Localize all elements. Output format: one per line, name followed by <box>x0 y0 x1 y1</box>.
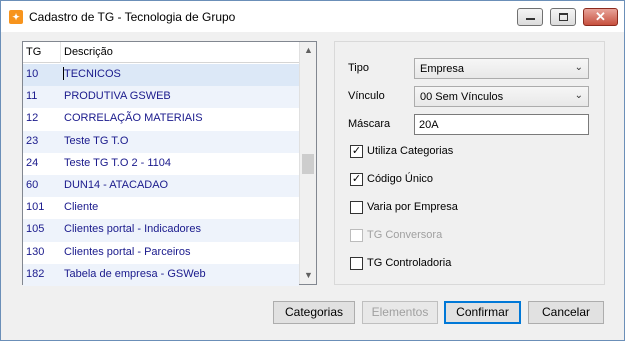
cell-tg: 23 <box>26 134 39 147</box>
vinculo-label: Vínculo <box>348 90 385 102</box>
tg-conversora-label: TG Conversora <box>367 229 443 241</box>
close-button[interactable]: ✕ <box>583 8 618 26</box>
cell-tg: 182 <box>26 267 45 280</box>
tg-conversora-checkbox: TG Conversora <box>350 228 490 244</box>
table-row[interactable]: 23 Teste TG T.O <box>23 130 299 153</box>
cell-descricao: Clientes portal - Parceiros <box>64 245 191 258</box>
tg-grid[interactable]: TG Descrição 10 TECNICOS 11 PRODUTIVA GSWEB… <box>22 41 317 286</box>
codigo-unico-label: Código Único <box>367 173 434 185</box>
cell-descricao: Clientes portal - Indicadores <box>64 223 201 236</box>
table-row[interactable]: 10 TECNICOS <box>23 64 299 87</box>
table-row[interactable]: 130 Clientes portal - Parceiros <box>23 242 299 264</box>
tipo-select[interactable]: Empresa ⌄ <box>414 58 589 79</box>
cell-descricao: Teste TG T.O 2 - 1104 <box>64 156 171 169</box>
column-header-tg[interactable]: TG <box>26 46 41 58</box>
checkbox-box <box>350 257 363 270</box>
categorias-button[interactable]: Categorias <box>273 301 355 324</box>
checkbox-box <box>350 201 363 214</box>
minimize-button[interactable] <box>517 8 543 26</box>
scroll-up-icon[interactable]: ▲ <box>300 42 317 59</box>
scroll-down-icon[interactable]: ▼ <box>300 267 317 284</box>
confirmar-button[interactable]: Confirmar <box>444 301 521 324</box>
close-icon: ✕ <box>595 9 606 24</box>
table-row[interactable]: 182 Tabela de empresa - GSWeb <box>23 263 299 286</box>
text-cursor <box>63 67 64 80</box>
utiliza-categorias-checkbox[interactable]: ✓ Utiliza Categorias <box>350 144 490 160</box>
cell-tg: 24 <box>26 156 39 169</box>
cell-tg: 130 <box>26 245 45 258</box>
codigo-unico-checkbox[interactable]: ✓ Código Único <box>350 172 490 188</box>
table-row[interactable]: 12 CORRELAÇÃO MATERIAIS <box>23 108 299 130</box>
cancelar-button[interactable]: Cancelar <box>528 301 604 324</box>
tipo-value: Empresa <box>420 63 465 75</box>
table-row[interactable]: 24 Teste TG T.O 2 - 1104 <box>23 153 299 175</box>
maximize-button[interactable] <box>550 8 576 26</box>
app-logo-icon: ✦ <box>9 10 23 24</box>
chevron-down-icon: ⌄ <box>574 62 583 73</box>
vinculo-value: 00 Sem Vínculos <box>420 91 504 103</box>
cell-tg: 11 <box>26 90 38 103</box>
table-row[interactable]: 60 DUN14 - ATACADAO <box>23 174 299 198</box>
cell-descricao: TECNICOS <box>64 68 121 80</box>
window-title: Cadastro de TG - Tecnologia de Grupo <box>29 10 236 24</box>
dialog-window: ✦ Cadastro de TG - Tecnologia de Grupo ✕… <box>0 0 625 341</box>
cell-descricao: Teste TG T.O <box>64 134 129 147</box>
cell-tg: 60 <box>26 178 39 191</box>
cell-tg: 10 <box>26 68 39 80</box>
cell-descricao: DUN14 - ATACADAO <box>64 178 169 191</box>
varia-por-empresa-checkbox[interactable]: Varia por Empresa <box>350 200 490 216</box>
mascara-input[interactable]: 20A <box>414 114 589 135</box>
column-divider[interactable] <box>60 42 61 63</box>
properties-panel: Tipo Empresa ⌄ Vínculo 00 Sem Vínculos ⌄… <box>334 41 605 285</box>
chevron-down-icon: ⌄ <box>574 90 583 101</box>
title-bar[interactable]: ✦ Cadastro de TG - Tecnologia de Grupo ✕ <box>1 1 624 32</box>
checkbox-box <box>350 229 363 242</box>
minimize-icon <box>526 18 535 20</box>
cell-tg: 105 <box>26 223 45 236</box>
vinculo-select[interactable]: 00 Sem Vínculos ⌄ <box>414 86 589 107</box>
tg-controladoria-checkbox[interactable]: TG Controladoria <box>350 256 490 272</box>
cell-descricao: PRODUTIVA GSWEB <box>64 90 171 103</box>
checkmark-icon: ✓ <box>350 173 363 186</box>
grid-rows: 10 TECNICOS 11 PRODUTIVA GSWEB 12 CORRELAÇÃO … <box>23 64 299 286</box>
utiliza-categorias-label: Utiliza Categorias <box>367 145 454 157</box>
grid-scrollbar[interactable]: ▲ ▼ <box>299 42 316 284</box>
maximize-icon <box>559 13 568 21</box>
cell-tg: 12 <box>26 112 39 125</box>
table-row[interactable]: 101 Cliente <box>23 197 299 219</box>
table-row[interactable]: 105 Clientes portal - Indicadores <box>23 219 299 242</box>
checkmark-icon: ✓ <box>350 145 363 158</box>
scroll-thumb[interactable] <box>302 154 314 174</box>
table-row[interactable]: 11 PRODUTIVA GSWEB <box>23 86 299 109</box>
varia-por-empresa-label: Varia por Empresa <box>367 201 458 213</box>
mascara-value: 20A <box>419 119 439 131</box>
tg-controladoria-label: TG Controladoria <box>367 257 452 269</box>
cell-descricao: Cliente <box>64 201 99 214</box>
cell-descricao: CORRELAÇÃO MATERIAIS <box>64 112 203 125</box>
cell-descricao: Tabela de empresa - GSWeb <box>64 267 206 280</box>
elementos-button: Elementos <box>362 301 438 324</box>
cell-tg: 101 <box>26 201 45 214</box>
tipo-label: Tipo <box>348 62 369 74</box>
mascara-label: Máscara <box>348 118 391 130</box>
grid-header: TG Descrição <box>23 42 299 63</box>
column-header-descricao[interactable]: Descrição <box>64 46 113 58</box>
